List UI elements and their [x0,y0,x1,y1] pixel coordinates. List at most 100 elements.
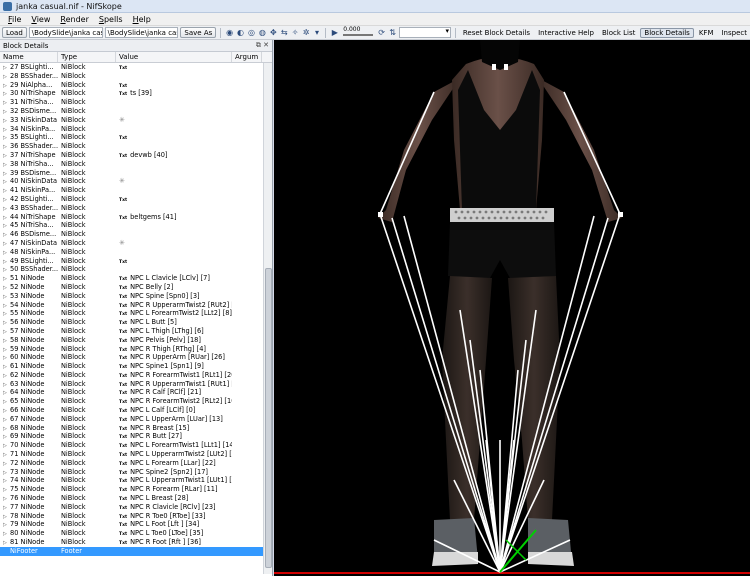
tree-row[interactable]: ▷ 44 NiTriShape NiBlock Txt beltgems [41] [0,213,263,222]
tree-row[interactable]: ▷ 65 NiNode NiBlock Txt NPC R ForearmTwist2 … [0,397,263,406]
expand-arrow-icon[interactable]: ▷ [3,425,10,433]
loop-icon[interactable]: ⟳ [377,27,386,38]
view-user-icon[interactable]: ◍ [258,27,267,38]
tree-row[interactable]: ▷ 48 NiSkinPa... NiBlock [0,248,263,257]
expand-arrow-icon[interactable]: ▷ [3,134,10,142]
expand-arrow-icon[interactable]: ▷ [3,354,10,362]
tree-row[interactable]: ▷ 57 NiNode NiBlock Txt NPC L Thigh [LThg] [… [0,327,263,336]
tree-row[interactable]: ▷ 55 NiNode NiBlock Txt NPC L ForearmTwist2 … [0,309,263,318]
expand-arrow-icon[interactable]: ▷ [3,99,10,107]
expand-arrow-icon[interactable]: ▷ [3,90,10,98]
block-details-button[interactable]: Block Details [640,27,694,38]
tree-row[interactable]: ▷ 56 NiNode NiBlock Txt NPC L Butt [5] [0,318,263,327]
tree-row[interactable]: ▷ 75 NiNode NiBlock Txt NPC R Forearm [RLar]… [0,485,263,494]
expand-arrow-icon[interactable]: ▷ [3,495,10,503]
view-front-icon[interactable]: ◉ [225,27,234,38]
tree-row[interactable]: ▷ 51 NiNode NiBlock Txt NPC L Clavicle [LClv… [0,274,263,283]
menu-help[interactable]: Help [128,15,156,24]
expand-arrow-icon[interactable]: ▷ [3,143,10,151]
expand-arrow-icon[interactable]: ▷ [3,196,10,204]
expand-arrow-icon[interactable]: ▷ [3,398,10,406]
expand-arrow-icon[interactable]: ▷ [3,187,10,195]
tree-row[interactable]: ▷ 37 NiTriShape NiBlock Txt devwb [40] [0,151,263,160]
menu-spells[interactable]: Spells [94,15,128,24]
view-walk-icon[interactable]: ✥ [269,27,278,38]
save-as-button[interactable]: Save As [180,27,217,38]
expand-arrow-icon[interactable]: ▷ [3,249,10,257]
tree-row[interactable]: ▷ 62 NiNode NiBlock Txt NPC R ForearmTwist1 … [0,371,263,380]
expand-arrow-icon[interactable]: ▷ [3,513,10,521]
expand-arrow-icon[interactable]: ▷ [3,64,10,72]
tree-row[interactable]: ▷ 76 NiNode NiBlock Txt NPC L Breast [28] [0,494,263,503]
tree-row[interactable]: ▷ 71 NiNode NiBlock Txt NPC L UpperarmTwist2… [0,450,263,459]
tree-row[interactable]: ▷ 63 NiNode NiBlock Txt NPC R UpperarmTwist1… [0,380,263,389]
expand-arrow-icon[interactable]: ▷ [3,451,10,459]
view-dropdown-icon[interactable]: ▾ [313,27,322,38]
tree-row[interactable]: ▷ 60 NiNode NiBlock Txt NPC R UpperArm [RUar… [0,353,263,362]
expand-arrow-icon[interactable]: ▷ [3,126,10,134]
tree-row[interactable]: ▷ 81 NiNode NiBlock Txt NPC R Foot [Rft ] [3… [0,538,263,547]
tree-row[interactable]: ▷ 39 BSDisme... NiBlock [0,169,263,178]
flip-view-icon[interactable]: ⇆ [280,27,289,38]
expand-arrow-icon[interactable]: ▷ [3,486,10,494]
expand-arrow-icon[interactable]: ▷ [3,521,10,529]
column-value[interactable]: Value [116,52,232,62]
tree-row[interactable]: ▷ 64 NiNode NiBlock Txt NPC R Calf [RClf] [2… [0,388,263,397]
expand-arrow-icon[interactable]: ▷ [3,293,10,301]
expand-arrow-icon[interactable]: ▷ [3,240,10,248]
tree-row[interactable]: ▷ 30 NiTriShape NiBlock Txt ts [39] [0,89,263,98]
expand-arrow-icon[interactable]: ▷ [3,302,10,310]
expand-arrow-icon[interactable]: ▷ [3,205,10,213]
tree-row[interactable]: ▷ 77 NiNode NiBlock Txt NPC R Clavicle [RClv… [0,503,263,512]
expand-arrow-icon[interactable]: ▷ [3,178,10,186]
float-icon[interactable]: ⧉ [256,41,261,49]
animation-slider[interactable]: 0.000 [341,26,375,38]
expand-arrow-icon[interactable]: ▷ [3,433,10,441]
tree-row[interactable]: ▷ 47 NiSkinData NiBlock ✳ [0,239,263,248]
tree-row[interactable]: ▷ 73 NiNode NiBlock Txt NPC Spine2 [Spn2] [1… [0,468,263,477]
expand-arrow-icon[interactable]: ▷ [3,407,10,415]
tree-row[interactable]: ▷ 43 BSShader... NiBlock [0,204,263,213]
expand-arrow-icon[interactable]: ▷ [3,258,10,266]
expand-arrow-icon[interactable]: ▷ [3,337,10,345]
expand-arrow-icon[interactable]: ▷ [3,389,10,397]
menu-render[interactable]: Render [55,15,93,24]
rotate-view-icon[interactable]: ✲ [302,27,311,38]
tree-row[interactable]: ▷ 27 BSLighti... NiBlock Txt [0,63,263,72]
expand-arrow-icon[interactable]: ▷ [3,222,10,230]
expand-arrow-icon[interactable]: ▷ [3,328,10,336]
expand-arrow-icon[interactable]: ▷ [3,117,10,125]
tree-row[interactable]: ▷ 67 NiNode NiBlock Txt NPC L UpperArm [LUar… [0,415,263,424]
tree-row[interactable]: ▷ 36 BSShader... NiBlock [0,142,263,151]
view-top-icon[interactable]: ◎ [247,27,256,38]
tree-row[interactable]: ▷ 78 NiNode NiBlock Txt NPC R Toe0 [RToe] [3… [0,512,263,521]
expand-arrow-icon[interactable]: ▷ [3,161,10,169]
expand-arrow-icon[interactable]: ▷ [3,460,10,468]
tree-row[interactable]: ▷ 52 NiNode NiBlock Txt NPC Belly [2] [0,283,263,292]
close-icon[interactable]: ✕ [263,41,269,49]
vertical-scrollbar[interactable] [263,63,272,574]
tree-row[interactable]: ▷ 31 NiTriSha... NiBlock [0,98,263,107]
tree-row[interactable]: ▷ 33 NiSkinData NiBlock ✳ [0,116,263,125]
tree-row[interactable]: ▷ 49 BSLighti... NiBlock Txt [0,257,263,266]
expand-arrow-icon[interactable]: ▷ [3,539,10,547]
expand-arrow-icon[interactable]: ▷ [3,469,10,477]
tree-row[interactable]: ▷ 53 NiNode NiBlock Txt NPC Spine [Spn0] [3] [0,292,263,301]
expand-arrow-icon[interactable]: ▷ [3,381,10,389]
expand-arrow-icon[interactable]: ▷ [3,284,10,292]
view-side-icon[interactable]: ◐ [236,27,245,38]
expand-arrow-icon[interactable]: ▷ [3,310,10,318]
tree-row[interactable]: ▷ 74 NiNode NiBlock Txt NPC L UpperarmTwist1… [0,476,263,485]
tree-row[interactable]: ▷ 41 NiSkinPa... NiBlock [0,186,263,195]
expand-arrow-icon[interactable]: ▷ [3,108,10,116]
tree-row[interactable]: ▷ 45 NiTriSha... NiBlock [0,221,263,230]
play-icon[interactable]: ▶ [330,27,339,38]
tree-row[interactable]: ▷ 42 BSLighti... NiBlock Txt [0,195,263,204]
expand-arrow-icon[interactable]: ▷ [3,266,10,274]
tree-row[interactable]: ▷ 59 NiNode NiBlock Txt NPC R Thigh [RThg] [… [0,345,263,354]
menu-file[interactable]: File [3,15,26,24]
inspect-button[interactable]: Inspect [718,29,750,37]
tree-row[interactable]: ▷ 40 NiSkinData NiBlock ✳ [0,177,263,186]
tree-row[interactable]: ▷ 29 NiAlpha... NiBlock Txt [0,81,263,90]
tree-row[interactable]: ▷ 34 NiSkinPa... NiBlock [0,125,263,134]
